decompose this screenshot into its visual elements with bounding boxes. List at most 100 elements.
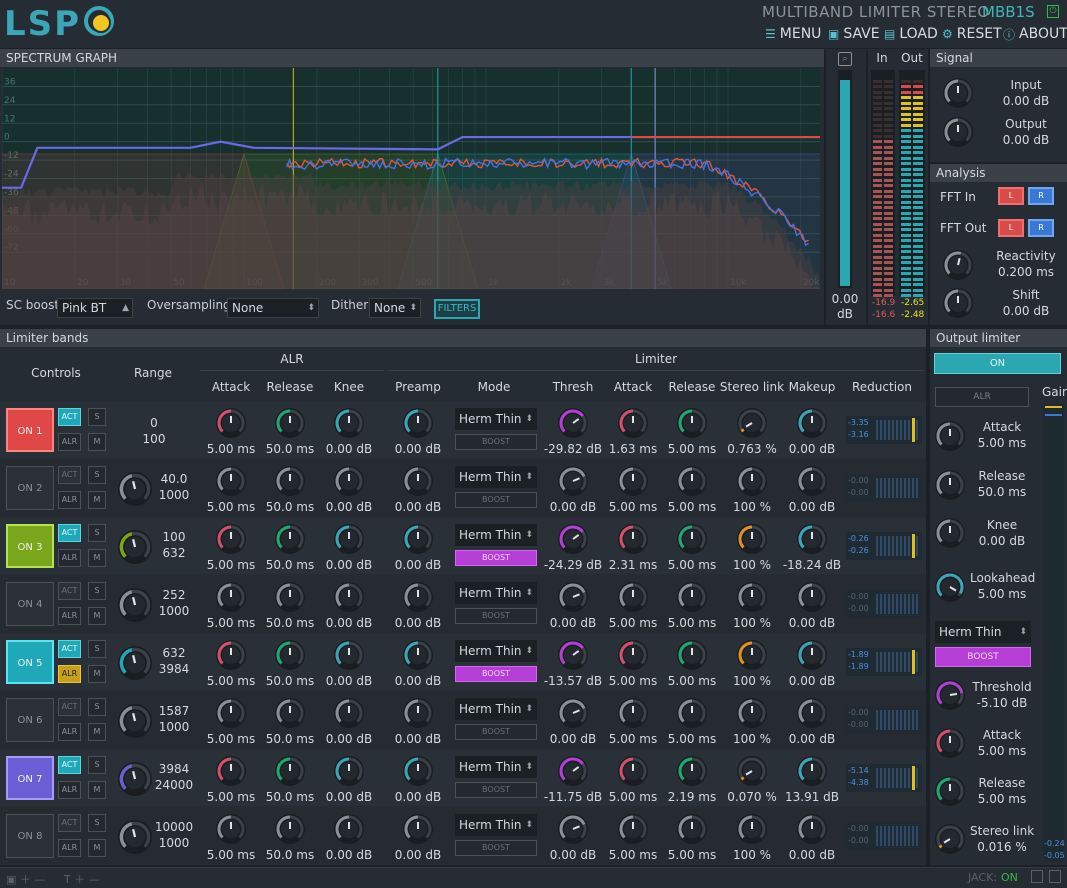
band-alr-button[interactable]: ALR bbox=[58, 607, 81, 625]
band-mute-button[interactable]: M bbox=[88, 549, 106, 567]
band-preamp-knob[interactable] bbox=[403, 466, 433, 496]
band-act-button[interactable]: ACT bbox=[58, 698, 81, 716]
band-alr-release-knob[interactable] bbox=[275, 640, 305, 670]
output-mode-select[interactable]: Herm Thin ⬍ bbox=[935, 621, 1031, 643]
band-stereo-link-knob[interactable] bbox=[737, 582, 767, 612]
dither-select[interactable]: None ⬍ bbox=[369, 298, 421, 318]
band-preamp-knob[interactable] bbox=[403, 698, 433, 728]
band-on-button[interactable]: ON 6 bbox=[6, 698, 54, 742]
band-release-knob[interactable] bbox=[677, 582, 707, 612]
band-stereo-link-knob[interactable] bbox=[737, 640, 767, 670]
band-act-button[interactable]: ACT bbox=[58, 466, 81, 484]
band-boost-button[interactable]: BOOST bbox=[455, 434, 537, 450]
menu-button[interactable]: ☰ MENU bbox=[765, 25, 821, 43]
band-attack-knob[interactable] bbox=[618, 640, 648, 670]
band-act-button[interactable]: ACT bbox=[58, 524, 81, 542]
band-makeup-knob[interactable] bbox=[797, 408, 827, 438]
band-boost-button[interactable]: BOOST bbox=[455, 724, 537, 740]
band-mute-button[interactable]: M bbox=[88, 607, 106, 625]
band-range-knob[interactable] bbox=[118, 588, 152, 622]
band-solo-button[interactable]: S bbox=[88, 524, 106, 542]
shift-knob[interactable] bbox=[943, 288, 973, 318]
band-release-knob[interactable] bbox=[677, 756, 707, 786]
band-alr-button[interactable]: ALR bbox=[58, 839, 81, 857]
band-alr-release-knob[interactable] bbox=[275, 524, 305, 554]
about-button[interactable]: ⓘ ABOUT bbox=[1003, 25, 1067, 43]
output-threshold-knob[interactable] bbox=[935, 680, 965, 710]
band-mode-select[interactable]: Herm Thin ⬍ bbox=[455, 640, 537, 662]
band-stereo-link-knob[interactable] bbox=[737, 466, 767, 496]
sc-boost-select[interactable]: Pink BT ▲ bbox=[57, 298, 133, 318]
band-makeup-knob[interactable] bbox=[797, 814, 827, 844]
band-boost-button[interactable]: BOOST bbox=[455, 492, 537, 508]
power-icon[interactable]: ⏻ bbox=[1047, 5, 1059, 18]
band-mute-button[interactable]: M bbox=[88, 723, 106, 741]
band-range-knob[interactable] bbox=[118, 530, 152, 564]
band-solo-button[interactable]: S bbox=[88, 408, 106, 426]
band-thresh-knob[interactable] bbox=[558, 582, 588, 612]
band-makeup-knob[interactable] bbox=[797, 756, 827, 786]
band-act-button[interactable]: ACT bbox=[58, 582, 81, 600]
band-mode-select[interactable]: Herm Thin ⬍ bbox=[455, 582, 537, 604]
band-thresh-knob[interactable] bbox=[558, 756, 588, 786]
band-act-button[interactable]: ACT bbox=[58, 814, 81, 832]
band-preamp-knob[interactable] bbox=[403, 756, 433, 786]
band-act-button[interactable]: ACT bbox=[58, 408, 81, 426]
band-alr-release-knob[interactable] bbox=[275, 698, 305, 728]
band-thresh-knob[interactable] bbox=[558, 698, 588, 728]
band-on-button[interactable]: ON 7 bbox=[6, 756, 54, 800]
band-solo-button[interactable]: S bbox=[88, 756, 106, 774]
band-thresh-knob[interactable] bbox=[558, 524, 588, 554]
band-preamp-knob[interactable] bbox=[403, 640, 433, 670]
band-alr-knee-knob[interactable] bbox=[334, 640, 364, 670]
band-alr-release-knob[interactable] bbox=[275, 814, 305, 844]
band-alr-button[interactable]: ALR bbox=[58, 723, 81, 741]
filters-button[interactable]: FILTERS bbox=[434, 299, 480, 319]
output-alr-button[interactable]: ALR bbox=[935, 387, 1029, 407]
band-alr-attack-knob[interactable] bbox=[216, 698, 246, 728]
band-solo-button[interactable]: S bbox=[88, 466, 106, 484]
band-preamp-knob[interactable] bbox=[403, 408, 433, 438]
band-on-button[interactable]: ON 3 bbox=[6, 524, 54, 568]
band-alr-attack-knob[interactable] bbox=[216, 640, 246, 670]
output-alr-knee-knob[interactable] bbox=[935, 518, 965, 548]
output-boost-button[interactable]: BOOST bbox=[935, 647, 1031, 667]
band-on-button[interactable]: ON 8 bbox=[6, 814, 54, 858]
band-release-knob[interactable] bbox=[677, 466, 707, 496]
resize-icon[interactable] bbox=[1049, 870, 1061, 883]
band-alr-release-knob[interactable] bbox=[275, 582, 305, 612]
output-limiter-on-button[interactable]: ON bbox=[934, 353, 1061, 374]
band-alr-knee-knob[interactable] bbox=[334, 756, 364, 786]
band-boost-button[interactable]: BOOST bbox=[455, 550, 537, 566]
band-on-button[interactable]: ON 2 bbox=[6, 466, 54, 510]
output-alr-attack-knob[interactable] bbox=[935, 421, 965, 451]
band-on-button[interactable]: ON 4 bbox=[6, 582, 54, 626]
band-boost-button[interactable]: BOOST bbox=[455, 608, 537, 624]
band-preamp-knob[interactable] bbox=[403, 582, 433, 612]
band-mute-button[interactable]: M bbox=[88, 491, 106, 509]
band-makeup-knob[interactable] bbox=[797, 524, 827, 554]
cpu-icon[interactable] bbox=[1031, 870, 1043, 883]
band-alr-attack-knob[interactable] bbox=[216, 582, 246, 612]
level-slider-track[interactable] bbox=[838, 70, 852, 288]
band-act-button[interactable]: ACT bbox=[58, 756, 81, 774]
band-release-knob[interactable] bbox=[677, 524, 707, 554]
band-range-knob[interactable] bbox=[118, 472, 152, 506]
band-mode-select[interactable]: Herm Thin ⬍ bbox=[455, 408, 537, 430]
output-attack-knob[interactable] bbox=[935, 728, 965, 758]
lookahead-knob[interactable] bbox=[935, 572, 965, 602]
band-alr-button[interactable]: ALR bbox=[58, 549, 81, 567]
band-solo-button[interactable]: S bbox=[88, 698, 106, 716]
band-alr-knee-knob[interactable] bbox=[334, 408, 364, 438]
band-makeup-knob[interactable] bbox=[797, 698, 827, 728]
band-range-knob[interactable] bbox=[118, 704, 152, 738]
band-attack-knob[interactable] bbox=[618, 814, 648, 844]
band-alr-knee-knob[interactable] bbox=[334, 466, 364, 496]
output-stereo-link-knob[interactable] bbox=[935, 824, 965, 854]
band-thresh-knob[interactable] bbox=[558, 814, 588, 844]
band-mute-button[interactable]: M bbox=[88, 839, 106, 857]
text-size-icon[interactable]: T ＋ — bbox=[64, 871, 100, 887]
band-act-button[interactable]: ACT bbox=[58, 640, 81, 658]
band-attack-knob[interactable] bbox=[618, 408, 648, 438]
band-alr-knee-knob[interactable] bbox=[334, 814, 364, 844]
